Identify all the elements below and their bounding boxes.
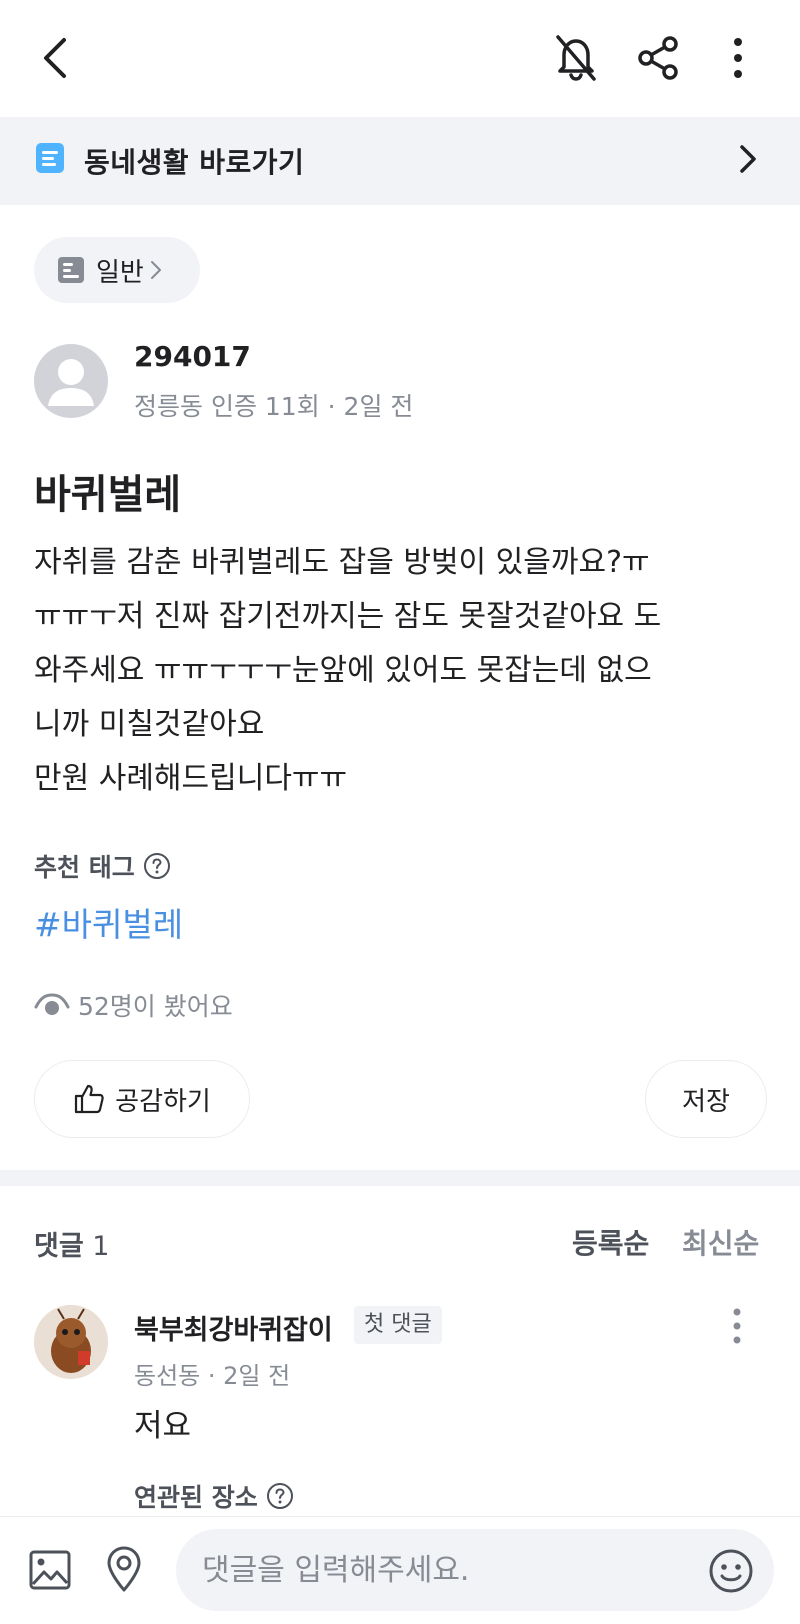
comments-heading: 댓글 1 bbox=[34, 1224, 109, 1263]
post-title: 바퀴벌레 bbox=[34, 472, 182, 518]
save-button[interactable]: 저장 bbox=[645, 1060, 767, 1138]
notification-toggle-button[interactable] bbox=[548, 30, 604, 86]
commenter-name[interactable]: 북부최강바퀴잡이 bbox=[134, 1308, 333, 1347]
like-button[interactable]: 공감하기 bbox=[34, 1060, 250, 1138]
sort-by-latest-button[interactable]: 최신순 bbox=[682, 1222, 759, 1262]
category-chip[interactable]: 일반 bbox=[34, 237, 200, 303]
share-button[interactable] bbox=[630, 30, 686, 86]
category-label: 일반 bbox=[96, 257, 144, 288]
more-vertical-icon bbox=[734, 38, 742, 78]
comment-input[interactable] bbox=[176, 1529, 774, 1611]
commenter-avatar[interactable] bbox=[34, 1305, 108, 1379]
like-label: 공감하기 bbox=[115, 1086, 211, 1117]
related-place-heading: 연관된 장소 bbox=[134, 1478, 294, 1514]
related-place-label: 연관된 장소 bbox=[134, 1483, 258, 1512]
thumbs-up-icon bbox=[75, 1084, 104, 1114]
view-count: 52명이 봤어요 bbox=[34, 987, 233, 1023]
first-comment-badge: 첫 댓글 bbox=[354, 1306, 442, 1344]
location-pin-icon bbox=[107, 1546, 141, 1592]
tags-heading-label: 추천 태그 bbox=[34, 853, 135, 882]
comment-count: 1 bbox=[92, 1231, 110, 1262]
view-count-label: 52명이 봤어요 bbox=[78, 992, 233, 1021]
comment-meta: 동선동 · 2일 전 bbox=[134, 1362, 291, 1390]
emoji-button[interactable] bbox=[706, 1546, 756, 1596]
chevron-right-icon bbox=[150, 261, 161, 279]
comment-more-button[interactable] bbox=[732, 1308, 742, 1348]
author-avatar[interactable] bbox=[34, 344, 108, 418]
section-divider bbox=[0, 1170, 800, 1186]
comment-text: 저요 bbox=[134, 1408, 192, 1444]
image-icon bbox=[29, 1550, 71, 1590]
comments-heading-label: 댓글 bbox=[34, 1231, 84, 1262]
help-icon[interactable] bbox=[266, 1482, 294, 1510]
back-button[interactable] bbox=[30, 28, 80, 88]
board-icon bbox=[58, 257, 84, 283]
author-name[interactable]: 294017 bbox=[134, 340, 251, 373]
bell-off-icon bbox=[556, 35, 596, 81]
sort-by-registered-button[interactable]: 등록순 bbox=[572, 1222, 649, 1262]
attach-image-button[interactable] bbox=[26, 1546, 74, 1594]
help-icon[interactable] bbox=[143, 852, 171, 880]
board-icon bbox=[36, 143, 64, 173]
smiley-icon bbox=[709, 1549, 753, 1593]
share-icon bbox=[638, 36, 678, 80]
tag-link[interactable]: #바퀴벌레 bbox=[34, 898, 183, 946]
attach-location-button[interactable] bbox=[100, 1542, 148, 1596]
top-app-bar bbox=[0, 0, 800, 117]
neighborhood-life-shortcut[interactable]: 동네생활 바로가기 bbox=[0, 117, 800, 205]
commenter-profile-image bbox=[34, 1305, 108, 1379]
eye-icon bbox=[34, 993, 70, 1015]
recommended-tags-heading: 추천 태그 bbox=[34, 848, 171, 884]
author-meta: 정릉동 인증 11회 · 2일 전 bbox=[134, 392, 414, 421]
chevron-left-icon bbox=[44, 38, 66, 78]
save-label: 저장 bbox=[682, 1086, 730, 1117]
more-options-button[interactable] bbox=[718, 30, 758, 86]
default-profile-icon bbox=[48, 359, 94, 406]
post-body: 자취를 감춘 바퀴벌레도 잡을 방벚이 있을까요?ㅠ ㅠㅠㅜ저 진짜 잡기전까지… bbox=[34, 545, 662, 796]
chevron-right-icon bbox=[740, 145, 756, 173]
more-vertical-icon bbox=[733, 1308, 741, 1344]
shortcut-label: 동네생활 바로가기 bbox=[84, 146, 305, 179]
